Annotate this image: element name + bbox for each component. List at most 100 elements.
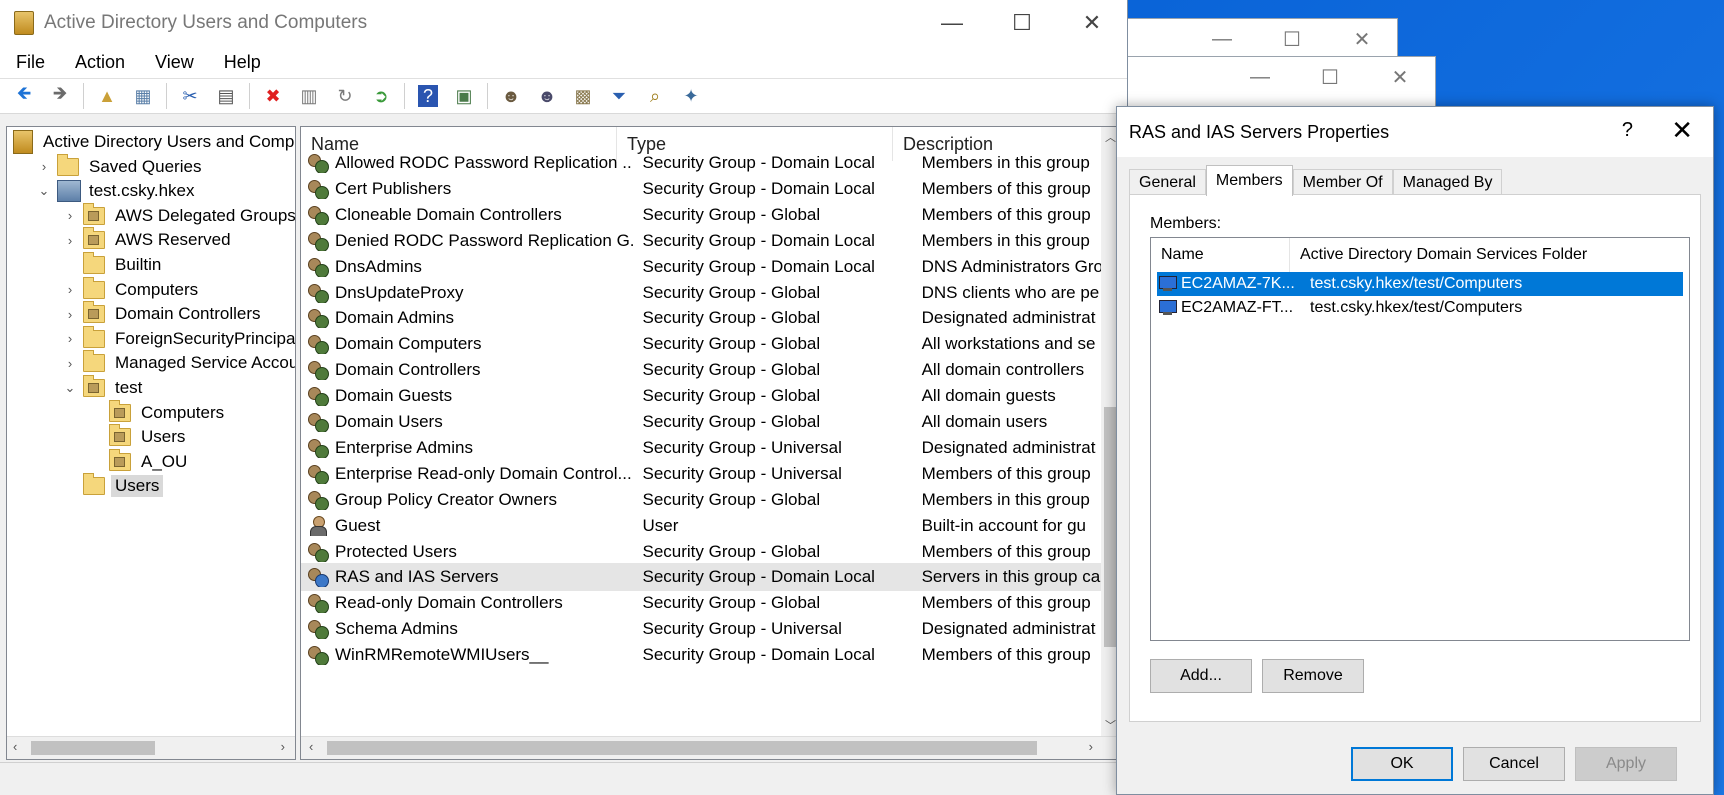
create-ou-icon[interactable]: ▩: [568, 82, 598, 110]
table-row[interactable]: Protected Users Security Group - Global Me…: [301, 538, 1101, 566]
table-row[interactable]: Cert Publishers Security Group - Domain L…: [301, 175, 1101, 203]
table-row[interactable]: Guest User Built-in account for gu: [301, 512, 1101, 540]
member-row[interactable]: EC2AMAZ-7K... test.csky.hkex/test/Compute…: [1157, 272, 1683, 296]
members-list[interactable]: Name Active Directory Domain Services Fo…: [1150, 237, 1690, 641]
expand-chevron-icon[interactable]: ›: [63, 282, 77, 297]
forward-arrow-icon[interactable]: 🡺: [45, 82, 75, 110]
minimize-icon[interactable]: —: [1187, 19, 1257, 59]
tree-item[interactable]: ⌄ test: [63, 375, 142, 401]
delete-icon[interactable]: ✖: [258, 82, 288, 110]
menu-help[interactable]: Help: [208, 52, 275, 73]
table-row[interactable]: Denied RODC Password Replication G... Sec…: [301, 227, 1101, 255]
filter-icon[interactable]: ⏷: [604, 82, 634, 110]
help-button[interactable]: ?: [1622, 119, 1633, 142]
tree-item[interactable]: › AWS Reserved: [63, 227, 231, 253]
expand-chevron-icon[interactable]: ›: [63, 208, 77, 223]
scroll-thumb[interactable]: [327, 741, 1037, 755]
cut-icon[interactable]: ✂: [175, 82, 205, 110]
close-icon[interactable]: ✕: [1327, 19, 1397, 59]
tree-item[interactable]: Builtin: [63, 252, 161, 278]
maximize-button[interactable]: ☐: [987, 0, 1057, 46]
properties-icon[interactable]: ▥: [294, 82, 324, 110]
tree-item[interactable]: ⌄ test.csky.hkex: [37, 178, 195, 204]
ok-button[interactable]: OK: [1351, 747, 1453, 781]
collapse-chevron-icon[interactable]: ⌄: [63, 380, 77, 396]
table-row[interactable]: DnsUpdateProxy Security Group - Global DNS…: [301, 279, 1101, 307]
create-group-icon[interactable]: ☻: [532, 82, 562, 110]
details-list[interactable]: Name Type Description ︿ ﹀ ‹ › Allowed RO…: [300, 126, 1120, 760]
column-header-folder[interactable]: Active Directory Domain Services Folder: [1290, 238, 1688, 272]
cancel-button[interactable]: Cancel: [1463, 747, 1565, 781]
table-row[interactable]: Enterprise Read-only Domain Control... Se…: [301, 460, 1101, 488]
scroll-down-icon[interactable]: ﹀: [1105, 717, 1116, 733]
table-row[interactable]: Domain Admins Security Group - Global Desi…: [301, 304, 1101, 332]
table-row[interactable]: Domain Guests Security Group - Global All …: [301, 382, 1101, 410]
tree-item[interactable]: Computers: [89, 399, 224, 426]
title-bar[interactable]: Active Directory Users and Computers — ☐…: [0, 0, 1127, 46]
table-row[interactable]: WinRMRemoteWMIUsers__ Security Group - Do…: [301, 641, 1101, 669]
tree-item[interactable]: › ForeignSecurityPrincipals: [63, 325, 295, 352]
table-row[interactable]: Read-only Domain Controllers Security Gro…: [301, 589, 1101, 617]
tree-item[interactable]: › Computers: [63, 276, 198, 303]
table-row[interactable]: RAS and IAS Servers Security Group - Doma…: [301, 563, 1101, 592]
tree-item[interactable]: A_OU: [89, 448, 187, 475]
list-horizontal-scrollbar[interactable]: ‹ ›: [301, 736, 1119, 759]
find-icon[interactable]: ⌕: [640, 82, 670, 110]
tree-item[interactable]: › Managed Service Accoun: [63, 350, 295, 376]
close-button[interactable]: ✕: [1057, 0, 1127, 46]
export-list-icon[interactable]: ➲: [366, 82, 396, 110]
scroll-right-icon[interactable]: ›: [1089, 739, 1093, 754]
up-folder-icon[interactable]: ▲: [92, 82, 122, 110]
scroll-up-icon[interactable]: ︿: [1105, 129, 1116, 145]
minimize-icon[interactable]: —: [1225, 57, 1295, 97]
help-icon[interactable]: ?: [418, 85, 438, 107]
apply-button[interactable]: Apply: [1575, 747, 1677, 781]
tab-general[interactable]: General: [1129, 169, 1206, 196]
scroll-right-icon[interactable]: ›: [281, 739, 285, 754]
scroll-left-icon[interactable]: ‹: [309, 739, 313, 754]
dialog-title-bar[interactable]: RAS and IAS Servers Properties ? ✕: [1117, 107, 1713, 157]
table-row[interactable]: Allowed RODC Password Replication ... Sec…: [301, 149, 1101, 177]
expand-chevron-icon[interactable]: ›: [63, 331, 77, 346]
table-row[interactable]: Group Policy Creator Owners Security Grou…: [301, 486, 1101, 514]
add-button[interactable]: Add...: [1150, 659, 1252, 693]
dialog-close-button[interactable]: ✕: [1671, 115, 1693, 146]
expand-chevron-icon[interactable]: ›: [63, 307, 77, 322]
tree-item[interactable]: › AWS Delegated Groups: [63, 202, 295, 229]
scroll-thumb[interactable]: [31, 741, 155, 755]
maximize-icon[interactable]: ☐: [1295, 57, 1365, 97]
refresh-icon[interactable]: ↻: [330, 82, 360, 110]
table-row[interactable]: DnsAdmins Security Group - Domain Local DN…: [301, 253, 1101, 281]
tree-horizontal-scrollbar[interactable]: ‹ ›: [7, 736, 295, 759]
table-row[interactable]: Cloneable Domain Controllers Security Gro…: [301, 201, 1101, 229]
collapse-chevron-icon[interactable]: ⌄: [37, 183, 51, 199]
console-tree[interactable]: ‹ › Active Directory Users and Comp › Save…: [6, 126, 296, 760]
create-user-icon[interactable]: ☻: [496, 82, 526, 110]
scroll-left-icon[interactable]: ‹: [13, 739, 17, 754]
close-icon[interactable]: ✕: [1365, 57, 1435, 97]
tree-item[interactable]: › Domain Controllers: [63, 301, 261, 327]
minimize-button[interactable]: —: [917, 0, 987, 46]
table-row[interactable]: Enterprise Admins Security Group - Univer…: [301, 434, 1101, 462]
tree-item[interactable]: › Saved Queries: [37, 153, 201, 180]
tree-item[interactable]: Users: [89, 424, 185, 450]
tab-managed-by[interactable]: Managed By: [1392, 169, 1503, 196]
expand-chevron-icon[interactable]: ›: [37, 159, 51, 174]
tree-item[interactable]: Active Directory Users and Comp: [13, 129, 294, 155]
menu-action[interactable]: Action: [59, 52, 139, 73]
tree-item[interactable]: Users: [63, 473, 164, 499]
action-pane-icon[interactable]: ▣: [449, 82, 479, 110]
table-row[interactable]: Domain Users Security Group - Global All d…: [301, 408, 1101, 436]
tab-member-of[interactable]: Member Of: [1292, 169, 1393, 196]
show-console-tree-icon[interactable]: ▦: [128, 82, 158, 110]
member-row[interactable]: EC2AMAZ-FT... test.csky.hkex/test/Compute…: [1157, 296, 1683, 320]
scroll-thumb[interactable]: [1104, 407, 1116, 647]
add-to-group-icon[interactable]: ✦: [676, 82, 706, 110]
table-row[interactable]: Domain Computers Security Group - Global A…: [301, 330, 1101, 358]
back-arrow-icon[interactable]: 🡸: [9, 82, 39, 110]
table-row[interactable]: Schema Admins Security Group - Universal D…: [301, 615, 1101, 643]
copy-icon[interactable]: ▤: [211, 82, 241, 110]
maximize-icon[interactable]: ☐: [1257, 19, 1327, 59]
menu-file[interactable]: File: [0, 52, 59, 73]
table-row[interactable]: Domain Controllers Security Group - Globa…: [301, 356, 1101, 384]
